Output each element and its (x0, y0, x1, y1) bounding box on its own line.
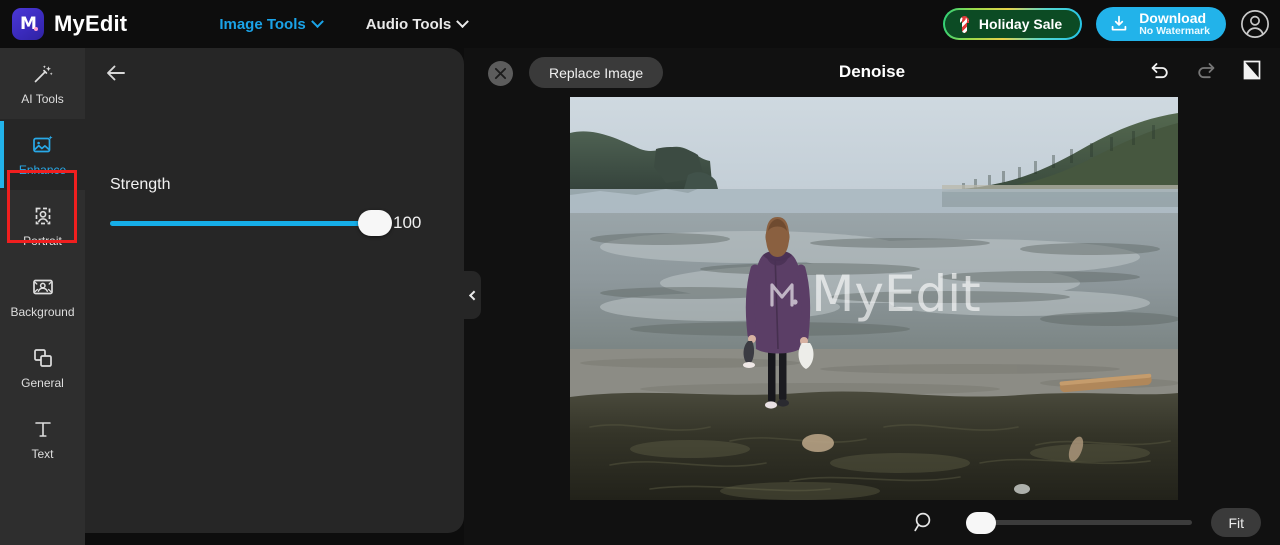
fit-button[interactable]: Fit (1211, 508, 1261, 537)
holiday-sale-label: Holiday Sale (978, 16, 1063, 32)
download-button[interactable]: Download No Watermark (1096, 7, 1226, 41)
candy-cane-icon (959, 15, 970, 33)
sidebar-item-text[interactable]: Text (0, 403, 85, 474)
nav-audio-tools-label: Audio Tools (365, 15, 452, 33)
zoom-toolbar: Fit (464, 500, 1280, 545)
editor-canvas: Replace Image Denoise MyEdit Fit (464, 48, 1280, 545)
compare-cursor-icon[interactable] (1240, 58, 1264, 82)
sidebar-item-background[interactable]: Background (0, 261, 85, 332)
main-nav: Image Tools Audio Tools (219, 14, 470, 33)
nav-image-tools[interactable]: Image Tools (219, 14, 324, 33)
brand-logo[interactable]: M MyEdit (12, 8, 127, 40)
user-avatar-icon[interactable] (1240, 9, 1270, 39)
sidebar-item-general-label: General (21, 376, 64, 390)
settings-panel: Strength 100 (85, 48, 464, 533)
chevron-left-icon (468, 290, 479, 300)
portrait-sparkle-icon (35, 207, 50, 225)
sidebar-item-enhance[interactable]: Enhance (0, 119, 85, 190)
sidebar-item-enhance-label: Enhance (18, 163, 67, 177)
holiday-sale-button[interactable]: Holiday Sale (943, 8, 1082, 40)
myedit-logo-icon: M (12, 8, 44, 40)
canvas-toolbar: Replace Image Denoise (464, 48, 1280, 98)
sidebar-item-background-label: Background (10, 305, 75, 319)
download-label: Download (1139, 10, 1207, 27)
download-icon (1111, 15, 1127, 31)
strength-value: 100 (393, 213, 422, 232)
photo-content (570, 97, 1178, 500)
back-arrow-icon[interactable] (103, 60, 129, 86)
magnifier-icon[interactable] (912, 510, 936, 534)
sidebar-item-text-label: Text (31, 447, 54, 461)
magic-wand-icon (34, 65, 53, 83)
background-image-icon (32, 279, 53, 295)
sidebar-item-general[interactable]: General (0, 332, 85, 403)
panel-collapse-handle[interactable] (464, 271, 481, 319)
header-actions: Holiday Sale Download No Watermark (943, 0, 1270, 48)
sidebar-item-ai-tools-label: AI Tools (21, 92, 64, 106)
edited-photo: MyEdit (570, 97, 1178, 500)
image-sparkle-icon (32, 135, 53, 153)
text-icon (34, 422, 51, 437)
strength-slider-thumb[interactable] (358, 210, 392, 236)
chevron-down-icon (310, 14, 324, 28)
strength-slider-track[interactable] (110, 210, 392, 236)
sidebar-item-ai-tools[interactable]: AI Tools (0, 48, 85, 119)
download-sublabel: No Watermark (1139, 24, 1210, 37)
undo-icon[interactable] (1148, 58, 1172, 82)
zoom-slider-thumb[interactable] (966, 511, 997, 534)
nav-image-tools-label: Image Tools (219, 15, 306, 33)
strength-slider-row: 100 (110, 208, 450, 238)
zoom-slider-track[interactable] (966, 511, 1192, 534)
layers-icon (33, 349, 52, 367)
myedit-app-window: M MyEdit Image Tools Audio Tools Holiday… (0, 0, 1280, 545)
strength-label: Strength (110, 176, 171, 193)
sidebar-item-portrait[interactable]: Portrait (0, 190, 85, 261)
sidebar-item-portrait-label: Portrait (23, 234, 62, 248)
canvas-tool-icons (1148, 58, 1264, 82)
nav-audio-tools[interactable]: Audio Tools (365, 14, 470, 33)
brand-name: MyEdit (54, 11, 128, 36)
chevron-down-icon (456, 14, 470, 28)
strength-slider-fill (110, 220, 375, 226)
redo-icon[interactable] (1194, 58, 1218, 82)
tool-rail: AI Tools Enhance Portrait Background Gen… (0, 48, 85, 545)
top-header: M MyEdit Image Tools Audio Tools Holiday… (0, 0, 1280, 48)
